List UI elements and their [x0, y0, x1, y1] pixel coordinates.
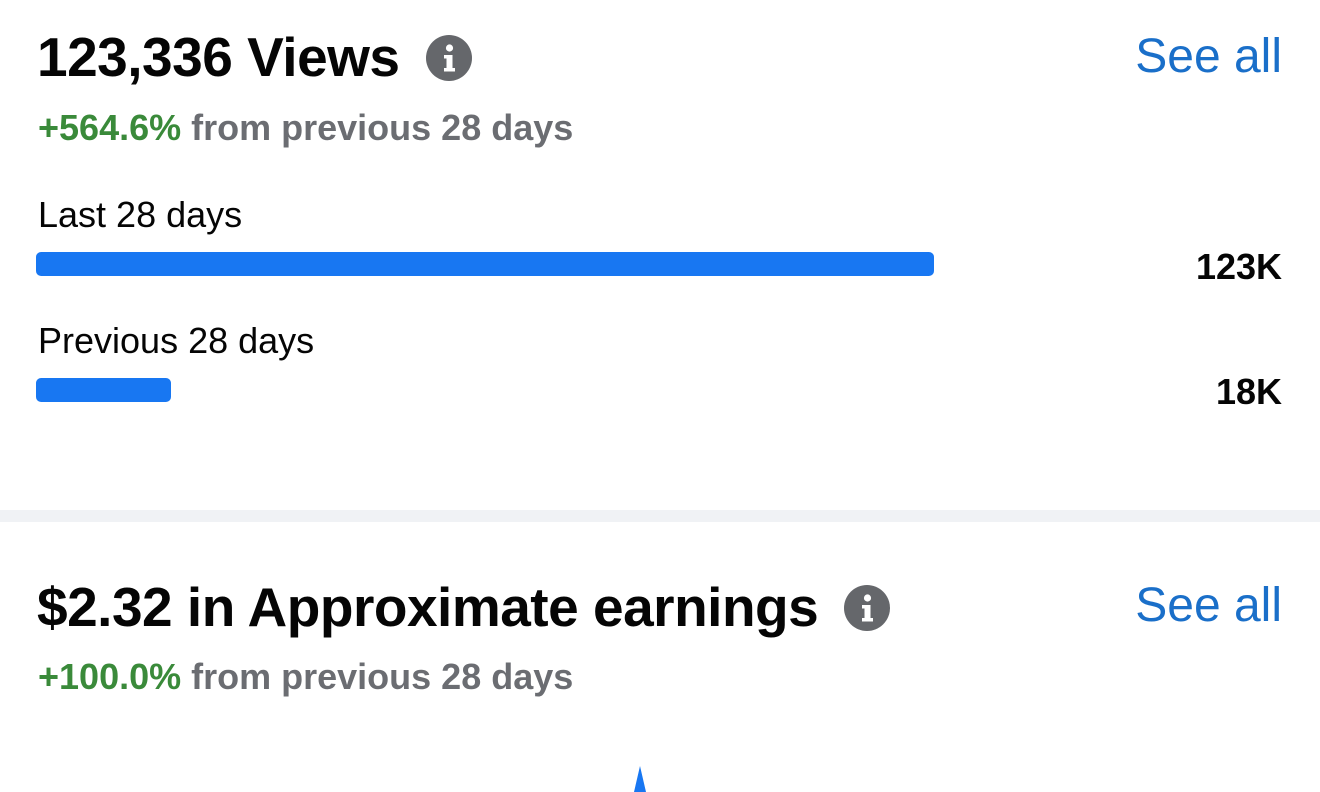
views-delta-text: from previous 28 days — [191, 107, 574, 148]
info-icon[interactable] — [844, 584, 891, 631]
earnings-delta-percent: +100.0% — [38, 656, 182, 697]
earnings-delta-text: from previous 28 days — [191, 656, 574, 697]
info-icon[interactable] — [425, 34, 472, 81]
views-card: 123,336 Views See all +564.6% from previo… — [0, 0, 1320, 510]
previous-28-days-bar — [36, 378, 171, 402]
views-delta: +564.6% from previous 28 days — [38, 110, 573, 146]
earnings-card: $2.32 in Approximate earnings See all +1… — [0, 522, 1320, 792]
views-see-all-link[interactable]: See all — [1135, 33, 1282, 81]
earnings-headline-row: $2.32 in Approximate earnings — [37, 576, 891, 638]
previous-28-days-value: 18K — [1215, 371, 1282, 412]
last-28-days-label: Last 28 days — [38, 194, 243, 235]
views-headline-row: 123,336 Views — [37, 30, 472, 85]
views-delta-percent: +564.6% — [38, 107, 182, 148]
last-28-days-bar-track — [36, 252, 934, 276]
earnings-see-all-link[interactable]: See all — [1135, 582, 1282, 630]
earnings-delta: +100.0% from previous 28 days — [38, 659, 573, 695]
views-headline: 123,336 Views — [37, 26, 400, 88]
previous-28-days-label: Previous 28 days — [38, 320, 315, 361]
earnings-chart-spike — [634, 766, 646, 792]
section-divider — [0, 510, 1320, 522]
earnings-headline: $2.32 in Approximate earnings — [37, 576, 819, 638]
previous-28-days-bar-track — [36, 378, 934, 402]
last-28-days-value: 123K — [1195, 246, 1282, 287]
last-28-days-bar — [36, 252, 934, 276]
